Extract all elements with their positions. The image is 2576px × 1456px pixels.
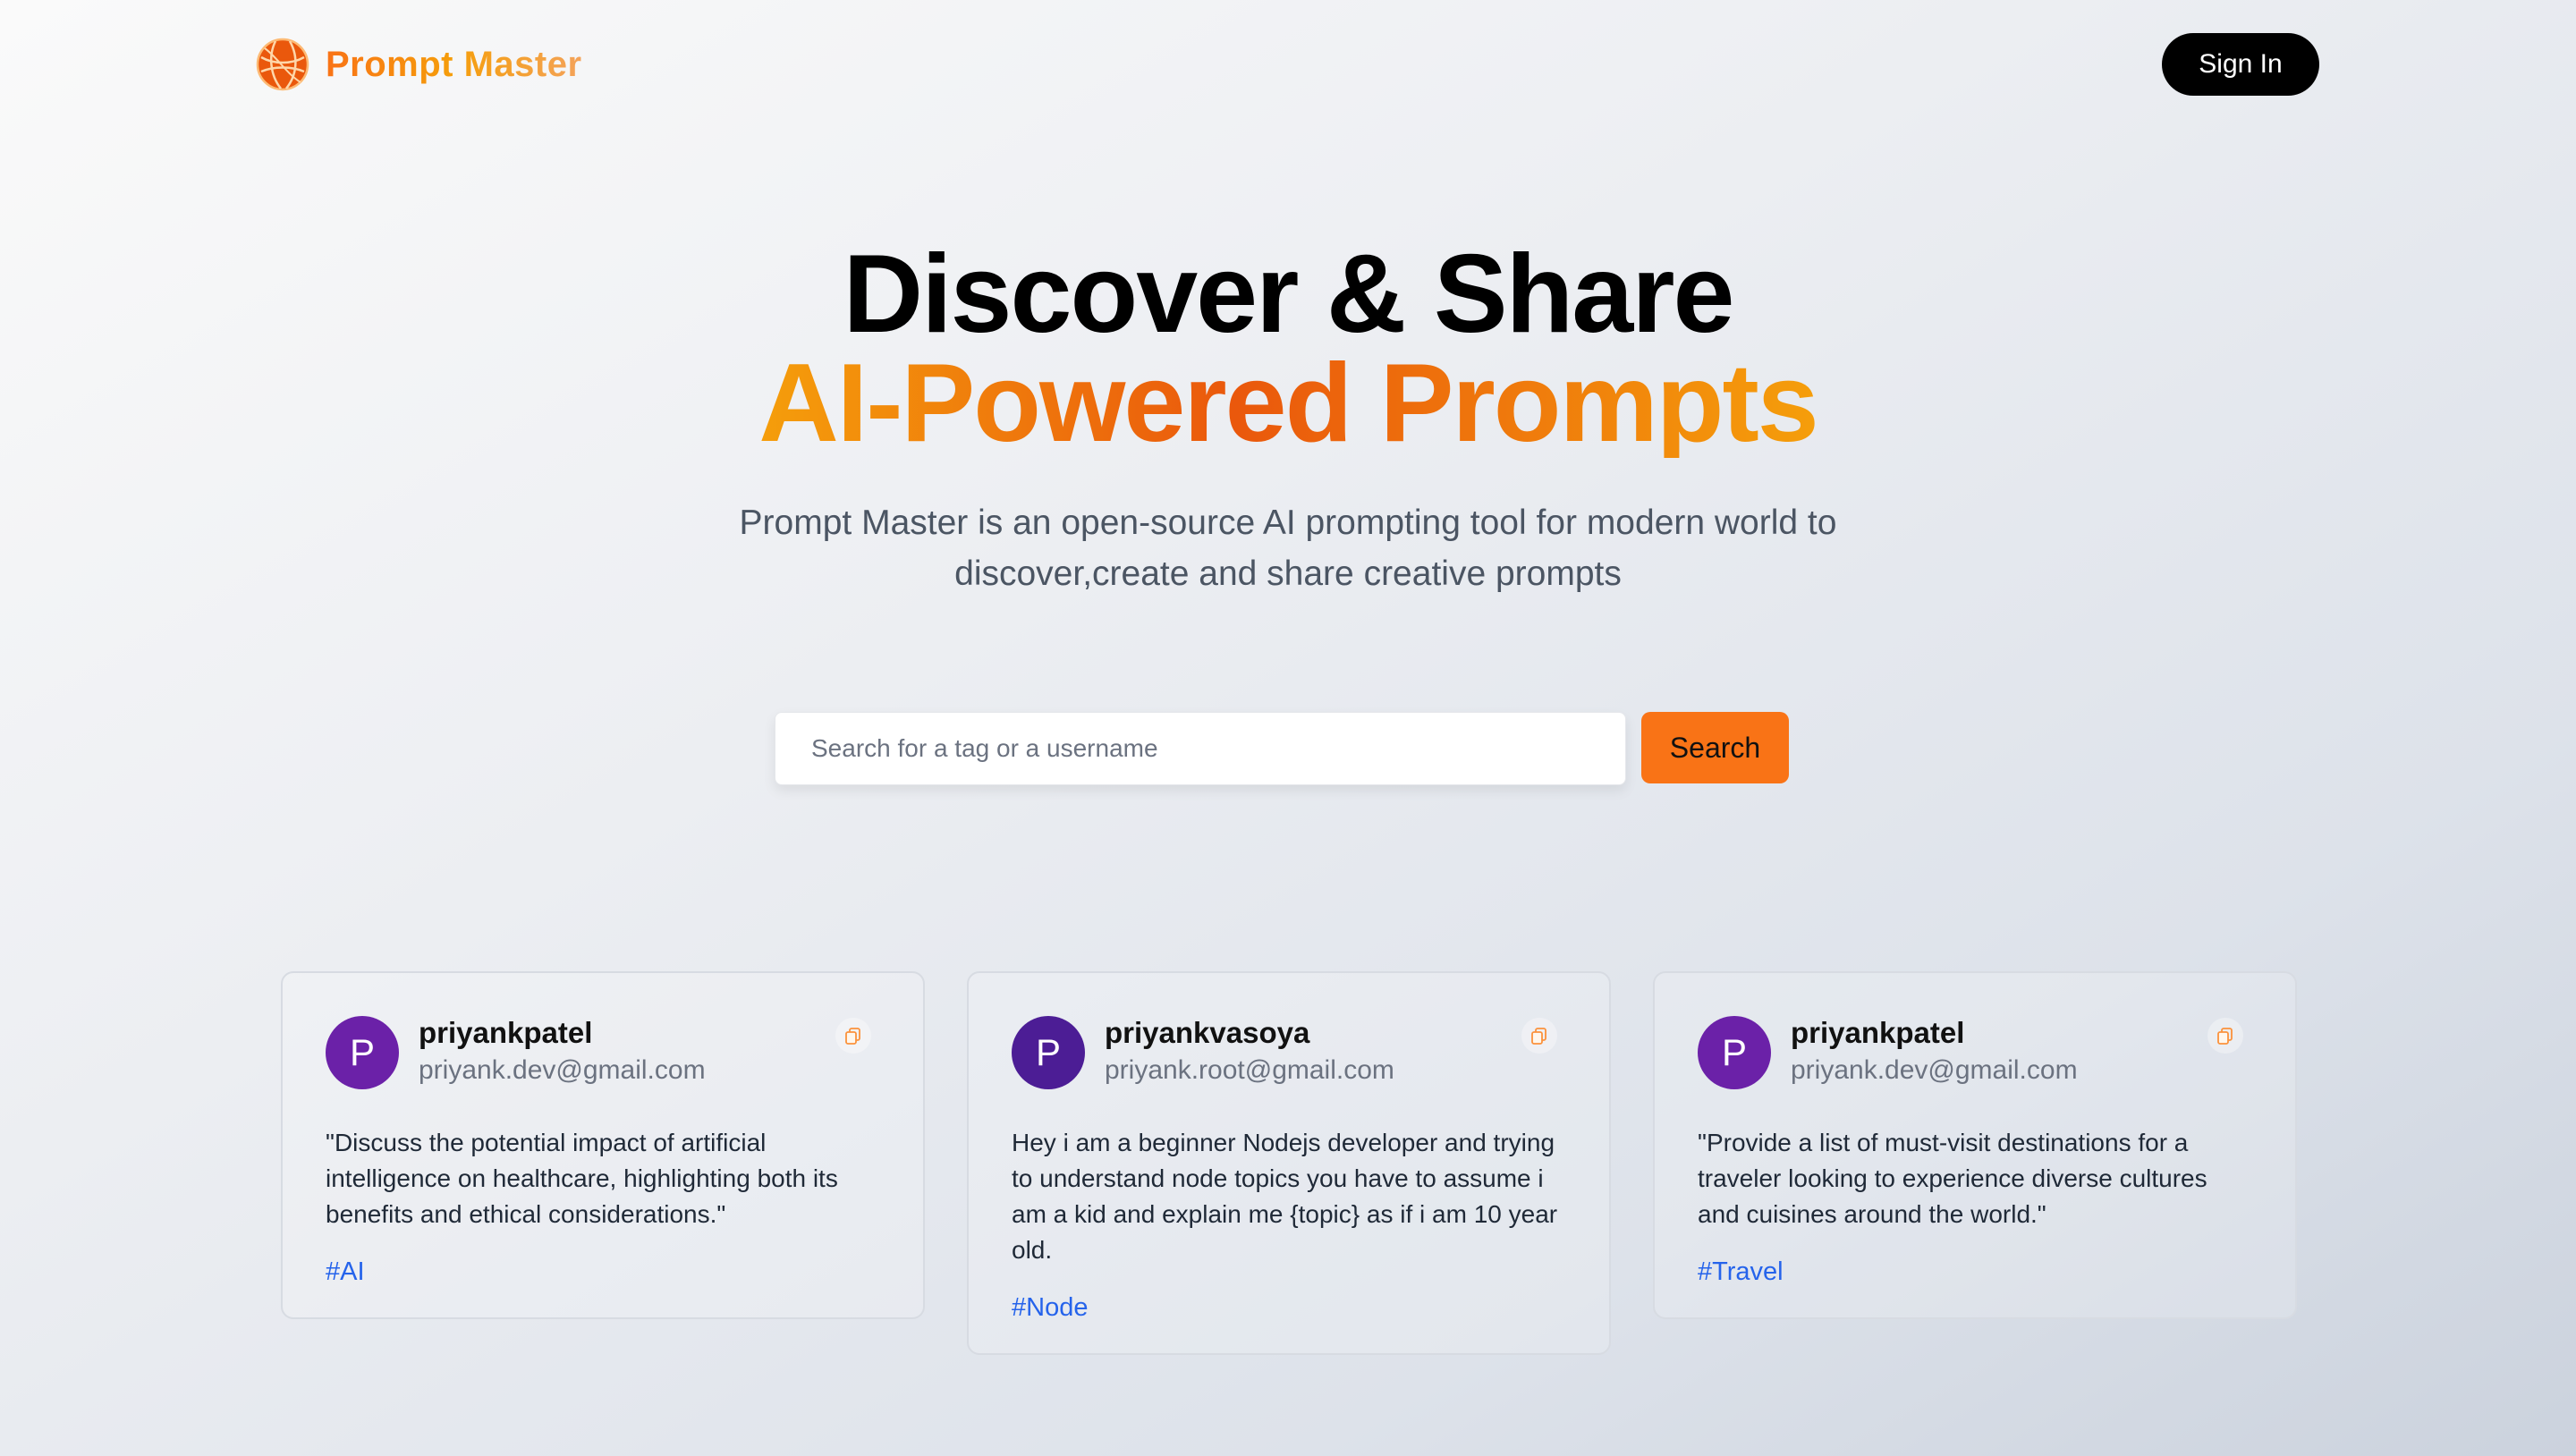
copy-button[interactable] (835, 1018, 871, 1054)
hero-title: Discover & Share AI-Powered Prompts (0, 239, 2576, 465)
copy-button[interactable] (1521, 1018, 1557, 1054)
brand-logo-link[interactable]: Prompt Master (256, 36, 582, 93)
username[interactable]: priyankpatel (1791, 1016, 1964, 1050)
prompt-card-header: P priyankpatel priyank.dev@gmail.com (326, 1016, 880, 1089)
avatar[interactable]: P (1698, 1016, 1771, 1089)
user-email: priyank.dev@gmail.com (1791, 1055, 2078, 1085)
prompt-tag[interactable]: #Node (1012, 1293, 1088, 1323)
prompt-text: Hey i am a beginner Nodejs developer and… (1012, 1129, 1558, 1264)
username[interactable]: priyankvasoya (1105, 1016, 1309, 1050)
prompt-text: "Provide a list of must-visit destinatio… (1698, 1129, 2207, 1228)
prompt-card: P priyankvasoya priyank.root@gmail.com H… (967, 971, 1611, 1355)
user-email: priyank.root@gmail.com (1105, 1055, 1394, 1085)
prompt-card-header: P priyankpatel priyank.dev@gmail.com (1698, 1016, 2252, 1089)
copy-icon (1531, 1028, 1546, 1045)
search-input[interactable] (775, 712, 1626, 785)
copy-icon (845, 1028, 860, 1045)
avatar[interactable]: P (326, 1016, 399, 1089)
prompt-tag[interactable]: #AI (326, 1257, 365, 1287)
copy-button[interactable] (2207, 1018, 2243, 1054)
prompt-tag[interactable]: #Travel (1698, 1257, 1784, 1287)
top-nav: Prompt Master Sign In (0, 0, 2576, 130)
copy-icon (2217, 1028, 2233, 1045)
prompt-text: "Discuss the potential impact of artific… (326, 1129, 838, 1228)
hero-title-line2: AI-Powered Prompts (758, 342, 1819, 465)
hero-title-line1: Discover & Share (843, 233, 1735, 356)
username[interactable]: priyankpatel (419, 1016, 592, 1050)
prompt-card-header: P priyankvasoya priyank.root@gmail.com (1012, 1016, 1566, 1089)
prompt-card: P priyankpatel priyank.dev@gmail.com "Pr… (1653, 971, 2297, 1319)
search-button[interactable]: Search (1641, 712, 1789, 783)
user-email: priyank.dev@gmail.com (419, 1055, 706, 1085)
prompt-card: P priyankpatel priyank.dev@gmail.com "Di… (281, 971, 925, 1319)
hero-description: Prompt Master is an open-source AI promp… (739, 504, 1837, 593)
globe-icon (256, 38, 309, 91)
sign-in-button[interactable]: Sign In (2162, 33, 2319, 96)
avatar[interactable]: P (1012, 1016, 1085, 1089)
brand-name: Prompt Master (326, 44, 582, 84)
